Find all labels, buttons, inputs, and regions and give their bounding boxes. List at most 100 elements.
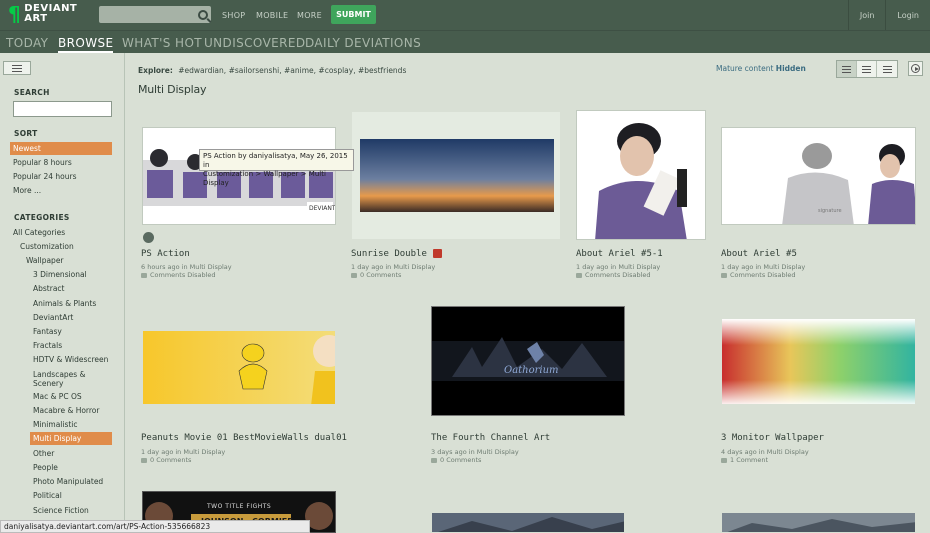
category-macabre-horror[interactable]: Macabre & Horror (33, 404, 99, 417)
card-comments[interactable]: Comments Disabled (141, 271, 216, 279)
tab-daily-deviations[interactable]: DAILY DEVIATIONS (305, 36, 421, 50)
category-multi-display[interactable]: Multi Display (30, 432, 112, 445)
card-meta[interactable]: 1 day ago in Multi Display (721, 263, 805, 271)
explore-tag[interactable]: #sailorsenshi (229, 66, 280, 75)
card-title[interactable]: Sunrise Double (351, 249, 442, 259)
card-title[interactable]: Peanuts Movie 01 BestMovieWalls dual01 (141, 433, 347, 443)
login-link[interactable]: Login (885, 0, 930, 30)
mature-content-filter[interactable]: Mature content Hidden (716, 64, 806, 73)
category-landscapes-scenery[interactable]: Scenery (33, 377, 63, 390)
category-wallpaper[interactable]: Wallpaper (26, 254, 64, 267)
card-title[interactable]: The Fourth Channel Art (431, 433, 550, 443)
tab-undiscovered[interactable]: UNDISCOVERED (204, 36, 306, 50)
view-list-button[interactable] (837, 61, 857, 77)
card-title[interactable]: 3 Monitor Wallpaper (721, 433, 824, 443)
card-title[interactable]: About Ariel #5-1 (576, 249, 663, 259)
category-other[interactable]: Other (33, 447, 54, 460)
thumb-3-monitor-wallpaper[interactable] (721, 318, 916, 405)
tab-browse[interactable]: BROWSE (58, 36, 114, 53)
deviantart-logo[interactable]: ¶ DEVIANT ART (8, 2, 77, 26)
sort-popular-24h[interactable]: Popular 24 hours (13, 170, 77, 183)
category-people[interactable]: People (33, 461, 58, 474)
tab-today[interactable]: TODAY (6, 36, 48, 50)
comment-icon (576, 272, 582, 278)
play-icon (911, 64, 920, 73)
category-mac-pc-os[interactable]: Mac & PC OS (33, 390, 82, 403)
view-mode-buttons (836, 60, 898, 78)
category-deviantart[interactable]: DeviantArt (33, 311, 73, 324)
card-meta[interactable]: 3 days ago in Multi Display (431, 448, 519, 456)
thumb-fourth-channel-art[interactable]: Oathorium (431, 306, 625, 416)
view-grid-button[interactable] (857, 61, 877, 77)
mature-content-label: Mature content (716, 64, 774, 73)
category-all[interactable]: All Categories (13, 226, 65, 239)
card-comments[interactable]: 0 Comments (141, 456, 191, 464)
thumb-about-ariel-5-1[interactable] (576, 110, 706, 240)
submit-button[interactable]: SUBMIT (331, 5, 376, 24)
card-comments-label: Comments Disabled (585, 271, 651, 279)
card-comments-label: 0 Comments (440, 456, 482, 464)
sort-more[interactable]: More ... (13, 184, 41, 197)
sort-popular-8h[interactable]: Popular 8 hours (13, 156, 72, 169)
category-photo-manipulated[interactable]: Photo Manipulated (33, 475, 103, 488)
explore-tag[interactable]: #edwardian (178, 66, 224, 75)
card-comments[interactable]: 1 Comment (721, 456, 768, 464)
category-abstract[interactable]: Abstract (33, 282, 64, 295)
comment-icon (431, 457, 437, 463)
comment-icon (351, 272, 357, 278)
category-fractals[interactable]: Fractals (33, 339, 62, 352)
thumb-peanuts-movie[interactable] (142, 330, 336, 405)
large-view-icon (882, 65, 892, 73)
sort-newest[interactable]: Newest (10, 142, 112, 155)
explore-tag[interactable]: #anime (284, 66, 314, 75)
header-search-input[interactable] (99, 6, 211, 23)
nav-mobile[interactable]: MOBILE (256, 0, 288, 30)
grid-view-icon (862, 65, 871, 73)
sidebar-toggle-button[interactable] (3, 61, 31, 75)
card-meta[interactable]: 6 hours ago in Multi Display (141, 263, 232, 271)
mature-content-value[interactable]: Hidden (776, 64, 806, 73)
tab-whats-hot[interactable]: WHAT'S HOT (122, 36, 202, 50)
card-title[interactable]: About Ariel #5 (721, 249, 797, 259)
category-animals-plants[interactable]: Animals & Plants (33, 297, 96, 310)
category-customization[interactable]: Customization (20, 240, 74, 253)
view-large-button[interactable] (877, 61, 897, 77)
thumb-city-partial[interactable] (721, 512, 916, 533)
card-comments[interactable]: 0 Comments (431, 456, 481, 464)
card-title[interactable]: PS Action (141, 249, 190, 259)
category-minimalistic[interactable]: Minimalistic (33, 418, 78, 431)
card-comments[interactable]: Comments Disabled (576, 271, 651, 279)
sort-heading: SORT (14, 129, 38, 138)
comment-icon (721, 457, 727, 463)
card-title-text: Sunrise Double (351, 249, 427, 259)
category-science-fiction[interactable]: Science Fiction (33, 504, 89, 517)
category-political[interactable]: Political (33, 489, 62, 502)
comment-icon (141, 272, 147, 278)
thumb-landscape-partial[interactable] (431, 512, 625, 533)
deviantart-logo-icon: ¶ (8, 2, 22, 26)
top-bar: ¶ DEVIANT ART SHOP MOBILE MORE SUBMIT Jo… (0, 0, 930, 30)
category-hdtv-widescreen[interactable]: HDTV & Widescreen (33, 353, 108, 366)
sidebar-search-input[interactable] (13, 101, 112, 117)
card-comments[interactable]: Comments Disabled (721, 271, 796, 279)
category-3-dimensional[interactable]: 3 Dimensional (33, 268, 87, 281)
card-meta[interactable]: 1 day ago in Multi Display (141, 448, 225, 456)
gift-icon (432, 249, 442, 258)
search-icon[interactable] (198, 9, 208, 20)
tooltip-line2: Customization > Wallpaper > Multi Displa… (203, 170, 326, 187)
card-comments[interactable]: 0 Comments (351, 271, 401, 279)
thumb-about-ariel-5[interactable]: signature (721, 127, 916, 225)
card-comments-label: 1 Comment (730, 456, 769, 464)
thumb-sunrise-double[interactable] (351, 111, 561, 240)
nav-more[interactable]: MORE (297, 0, 322, 30)
card-meta[interactable]: 4 days ago in Multi Display (721, 448, 809, 456)
category-fantasy[interactable]: Fantasy (33, 325, 62, 338)
card-meta[interactable]: 1 day ago in Multi Display (576, 263, 660, 271)
explore-tag[interactable]: #cosplay (318, 66, 353, 75)
svg-text:DEVIANT: DEVIANT (309, 205, 336, 212)
card-meta[interactable]: 1 day ago in Multi Display (351, 263, 435, 271)
slideshow-button[interactable] (908, 61, 923, 76)
join-link[interactable]: Join (847, 0, 886, 30)
nav-shop[interactable]: SHOP (222, 0, 245, 30)
explore-tag[interactable]: #bestfriends (358, 66, 406, 75)
